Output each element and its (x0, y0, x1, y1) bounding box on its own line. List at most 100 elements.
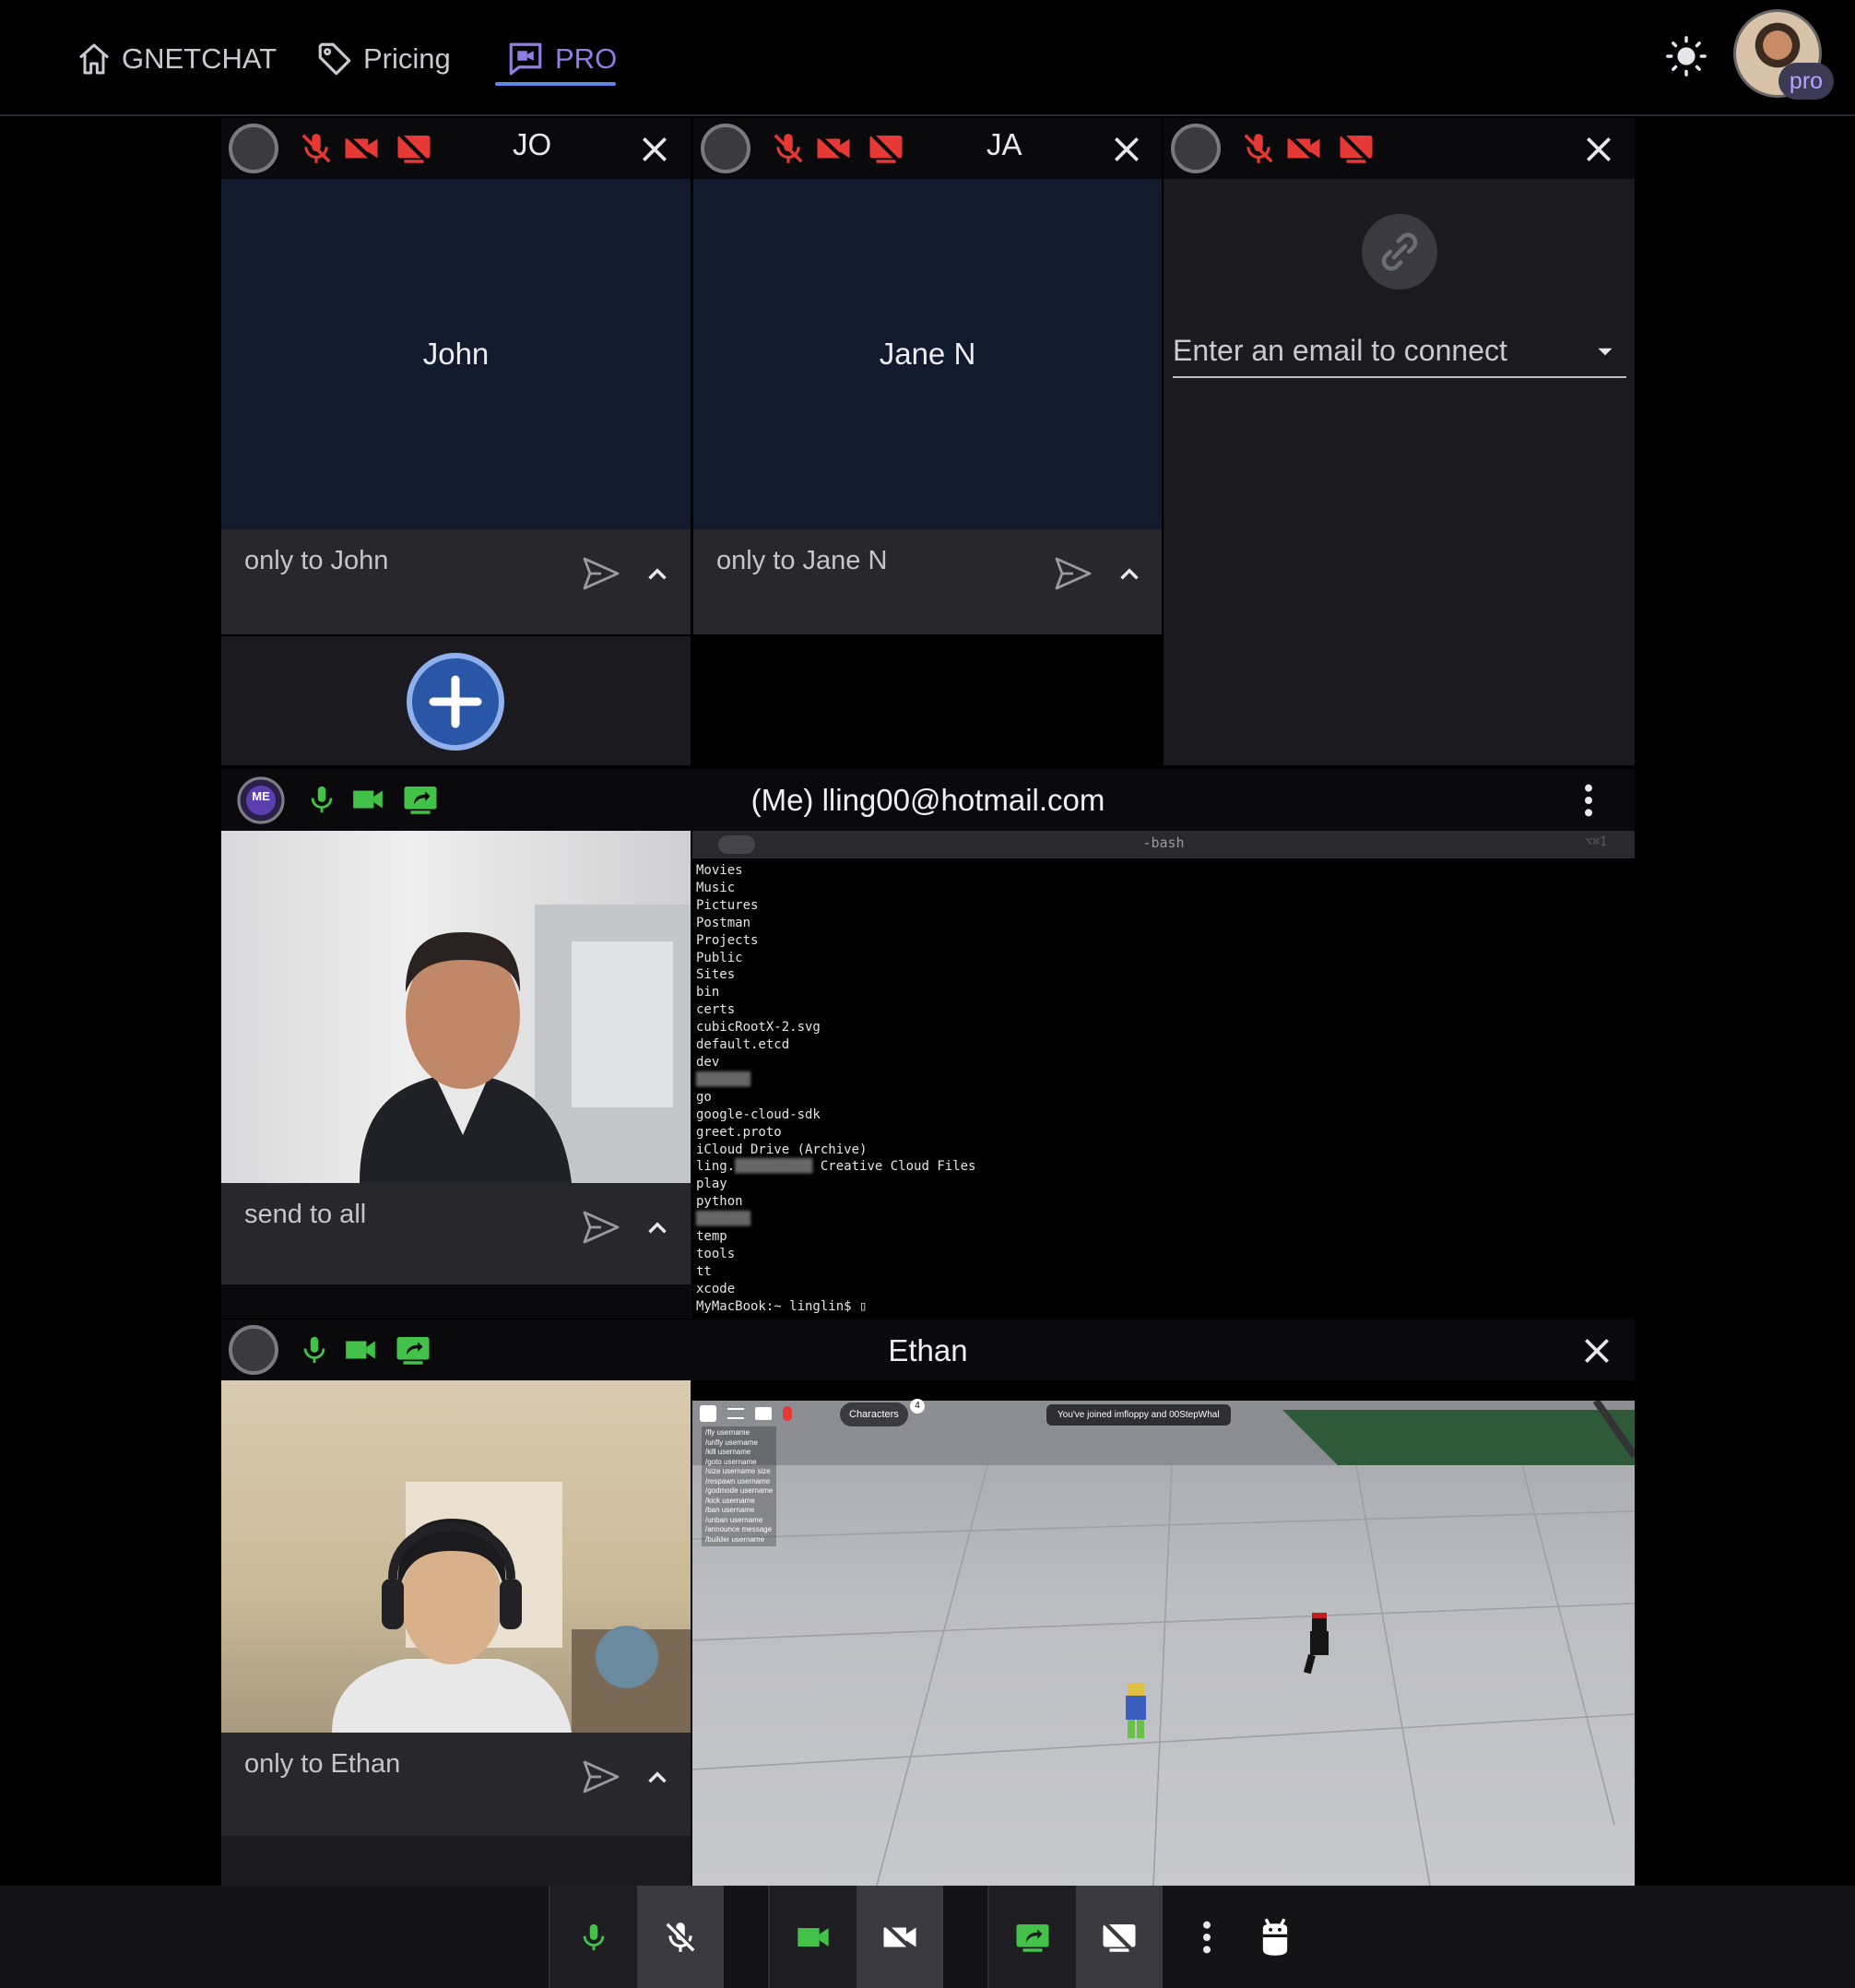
video-chat-icon (505, 40, 546, 78)
me-header: ME (Me) lling00@hotmail.com (221, 769, 1635, 831)
email-connect-input[interactable]: Enter an email to connect (1173, 328, 1626, 378)
chat-input-bar[interactable]: only to Ethan (221, 1733, 691, 1836)
close-icon[interactable] (1108, 131, 1145, 168)
mic-on-button[interactable] (550, 1886, 637, 1988)
terminal-line: python (696, 1194, 743, 1210)
more-vert-icon[interactable] (1583, 782, 1594, 819)
camera-off-icon[interactable] (813, 129, 854, 168)
peer-initials: JA (987, 127, 1022, 161)
terminal-output: Movies Music Pictures Postman Projects Public… (696, 862, 975, 1316)
game-command-item: /ban username (705, 1506, 755, 1514)
game-toolbar (700, 1401, 810, 1426)
screen-share-off-icon (1096, 1918, 1142, 1957)
peer-panel-john: JO John only to John (221, 118, 691, 634)
game-command-item: /goto username (705, 1457, 757, 1466)
nav-active-underline (495, 82, 616, 86)
mic-off-icon[interactable] (299, 129, 334, 168)
terminal-line: tools (696, 1246, 736, 1261)
game-command-item: /kick username (705, 1496, 755, 1505)
screen-share-off-icon[interactable] (391, 129, 437, 168)
top-nav: GNETCHAT Pricing PRO pro (0, 0, 1855, 116)
screen-share-off-button[interactable] (1076, 1886, 1163, 1988)
mic-icon (578, 1917, 609, 1958)
screen-share-off-icon[interactable] (1333, 129, 1379, 168)
game-command-item: /fly username (705, 1428, 750, 1437)
mic-off-button[interactable] (637, 1886, 724, 1988)
peer-video-placeholder: John (221, 179, 691, 529)
terminal-line: cubicRootX-2.svg (696, 1020, 821, 1035)
chevron-up-icon[interactable] (642, 1213, 673, 1244)
peer-initials: JO (513, 127, 552, 161)
send-icon[interactable] (579, 1755, 623, 1799)
terminal-screen-share: -bash ⌥⌘1 Movies Music Pictures Postman Proj… (692, 831, 1635, 1318)
nav-pro-link[interactable]: PRO (505, 33, 617, 85)
game-command-item: /kill username (705, 1448, 751, 1456)
terminal-line: Projects (696, 932, 759, 948)
menu-icon[interactable] (727, 1408, 744, 1419)
chat-input-placeholder[interactable]: only to John (244, 546, 388, 576)
chevron-up-icon[interactable] (642, 559, 673, 590)
chevron-up-icon[interactable] (642, 1762, 673, 1793)
chat-input-bar[interactable]: only to Jane N (693, 529, 1162, 634)
send-icon[interactable] (579, 551, 623, 596)
camera-off-button[interactable] (857, 1886, 943, 1988)
chat-input-placeholder[interactable]: only to Jane N (716, 546, 887, 576)
screen-share-off-icon[interactable] (863, 129, 909, 168)
nav-pricing-label: Pricing (363, 42, 451, 75)
add-peer-button[interactable] (406, 652, 505, 751)
camera-off-icon[interactable] (341, 129, 382, 168)
nav-home-link[interactable]: GNETCHAT (76, 33, 277, 85)
nav-pro-label: PRO (555, 42, 618, 75)
connect-panel: Enter an email to connect (1164, 118, 1635, 765)
record-button[interactable] (701, 124, 750, 173)
record-button[interactable] (229, 124, 278, 173)
email-connect-placeholder: Enter an email to connect (1173, 334, 1507, 367)
chat-icon[interactable] (755, 1407, 772, 1420)
nav-pricing-link[interactable]: Pricing (315, 33, 451, 85)
terminal-line: iCloud Drive (Archive) (696, 1142, 868, 1157)
ethan-name: Ethan (888, 1333, 968, 1367)
game-characters-label: Characters (849, 1409, 899, 1420)
terminal-line: xcode (696, 1281, 736, 1296)
terminal-line: Movies (696, 863, 743, 878)
chat-input-placeholder[interactable]: send to all (244, 1200, 366, 1230)
peer-name: Jane N (879, 337, 976, 371)
robot-icon (1257, 1916, 1294, 1958)
add-peer-panel (221, 636, 691, 765)
dropdown-arrow-icon[interactable] (1593, 339, 1617, 363)
terminal-line: default.etcd (696, 1037, 790, 1053)
peer-header: JO (221, 118, 691, 179)
roblox-menu-icon[interactable] (700, 1405, 716, 1422)
chat-input-bar[interactable]: send to all (221, 1183, 691, 1284)
game-command-list: /fly username/unfly username/kill userna… (702, 1426, 777, 1546)
screen-share-on-button[interactable] (989, 1886, 1076, 1988)
close-icon[interactable] (636, 131, 673, 168)
terminal-line: google-cloud-sdk (696, 1106, 821, 1122)
me-title: (Me) lling00@hotmail.com (750, 783, 1105, 817)
send-icon[interactable] (579, 1205, 623, 1249)
chevron-up-icon[interactable] (1114, 559, 1145, 590)
mic-off-icon[interactable] (771, 129, 806, 168)
terminal-line: Music (696, 880, 736, 895)
terminal-prompt[interactable]: MyMacBook:~ linglin$ ▯ (696, 1298, 975, 1316)
game-characters-button[interactable]: Characters (840, 1402, 908, 1426)
terminal-title: -bash (1142, 834, 1185, 851)
mic-off-icon[interactable] (1241, 129, 1276, 168)
chat-input-bar[interactable]: only to John (221, 529, 691, 634)
close-icon[interactable] (1578, 1332, 1615, 1369)
game-command-item: /size username size (705, 1467, 771, 1475)
record-button[interactable] (1171, 124, 1221, 173)
camera-on-button[interactable] (770, 1886, 857, 1988)
theme-toggle-button[interactable] (1665, 35, 1707, 77)
ai-assistant-button[interactable] (1232, 1886, 1318, 1988)
mic-off-icon (663, 1917, 698, 1958)
terminal-line: Public (696, 950, 743, 965)
terminal-line-redacted: ███████ (696, 1071, 751, 1087)
chat-input-placeholder[interactable]: only to Ethan (244, 1749, 400, 1780)
terminal-line: tt (696, 1263, 712, 1279)
mic-muted-icon[interactable] (783, 1406, 792, 1421)
close-icon[interactable] (1580, 131, 1617, 168)
terminal-line: Pictures (696, 897, 759, 913)
send-icon[interactable] (1051, 551, 1095, 596)
camera-off-icon[interactable] (1283, 129, 1324, 168)
